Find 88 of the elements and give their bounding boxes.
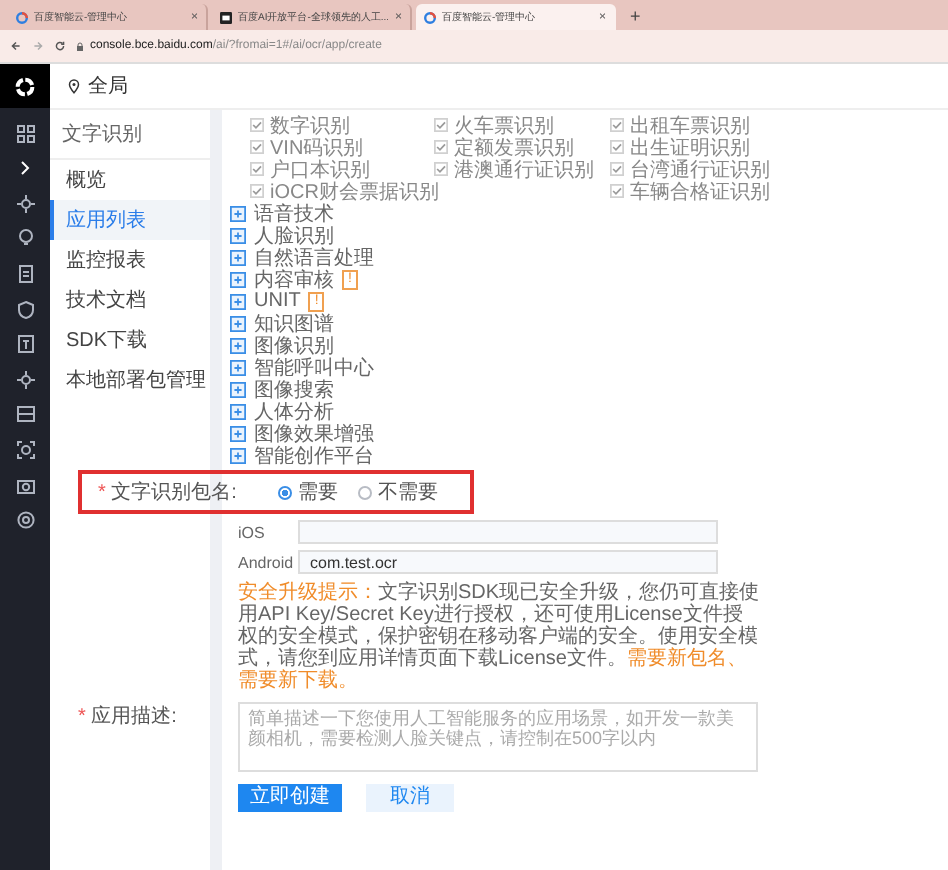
checkbox[interactable] (250, 162, 264, 176)
checkbox[interactable] (610, 184, 624, 198)
radio-option[interactable]: 需要 (278, 478, 338, 506)
checkbox-label: 火车票识别 (454, 113, 554, 137)
checkbox-label: 户口本识别 (270, 156, 370, 181)
expand-icon[interactable] (230, 205, 246, 221)
expand-icon[interactable] (230, 447, 246, 463)
ai-logo-icon (220, 11, 232, 23)
expand-icon[interactable] (230, 359, 246, 375)
radio-label: 不需要 (378, 480, 438, 506)
reload-icon[interactable] (54, 40, 66, 52)
logo-icon[interactable] (0, 64, 50, 108)
form-button[interactable]: 立即创建 (238, 784, 342, 812)
checkbox-label: 定额发票识别 (454, 135, 574, 159)
checkbox-label: 港澳通行证识别 (454, 157, 594, 183)
input-field[interactable]: com.test.ocr (298, 550, 718, 574)
checkbox[interactable] (610, 118, 624, 132)
chevron-icon[interactable] (15, 158, 35, 179)
radio-option[interactable]: 不需要 (358, 478, 438, 506)
form-label: * 应用描述: (78, 703, 179, 730)
expand-icon[interactable] (230, 403, 246, 419)
sidebar-item[interactable]: 本地部署包管理 (50, 360, 210, 400)
checkbox[interactable] (610, 162, 624, 176)
new-tab-button[interactable]: + (630, 5, 641, 25)
service-name: 图像搜索 (254, 377, 334, 401)
service-name: 自然语言处理 (254, 245, 374, 269)
service-name: 人脸识别 (254, 222, 334, 247)
checkbox-label: 车辆合格证识别 (630, 179, 770, 205)
radio-button[interactable] (358, 485, 372, 499)
checkbox-label: 出生证明识别 (630, 134, 750, 159)
service-name: 知识图谱 (254, 311, 334, 335)
service-name: 智能创作平台 (254, 442, 374, 469)
sidebar-item[interactable]: 技术文档 (50, 280, 210, 320)
expand-icon[interactable] (230, 381, 246, 397)
service-name: 智能呼叫中心 (254, 355, 374, 379)
checkbox[interactable] (250, 140, 264, 154)
checkbox-label: 出租车票识别 (630, 113, 750, 137)
cloud-logo-icon (16, 11, 28, 23)
doc-icon[interactable] (15, 263, 35, 284)
expand-icon[interactable] (230, 293, 246, 309)
grid-icon[interactable] (15, 123, 35, 144)
checkbox[interactable] (434, 118, 448, 132)
forward-icon[interactable] (32, 40, 44, 52)
expand-icon[interactable] (230, 425, 246, 441)
checkbox-label: 台湾通行证识别 (630, 156, 770, 181)
checkbox[interactable] (250, 184, 264, 198)
expand-icon[interactable] (230, 315, 246, 331)
service-name: 图像识别 (254, 332, 334, 357)
expand-icon[interactable] (230, 337, 246, 353)
sidebar-item[interactable]: SDK下载 (50, 320, 210, 360)
field-label: Android (238, 553, 296, 571)
back-icon[interactable] (10, 40, 22, 52)
service-name: 人体分析 (254, 398, 334, 423)
checkbox-label: iOCR财会票据识别 (270, 178, 439, 203)
form-label: * 文字识别包名: (98, 479, 239, 506)
service-name: 图像效果增强 (254, 420, 374, 445)
checkbox-label: 数字识别 (270, 113, 350, 137)
checkbox[interactable] (610, 140, 624, 154)
lock-icon (76, 41, 84, 51)
checkbox-label: VIN码识别 (270, 134, 364, 159)
text-icon[interactable] (15, 334, 35, 355)
target-icon[interactable] (15, 510, 35, 531)
security-notice: 安全升级提示：文字识别SDK现已安全升级，您仍可直接使用API Key/Secret Key进行授权，还可使用License文件授权的安全模式，保护密钥在移动客户端的安全。使用安全模式，请您到应用详情页面下载License文件。需要新包名、需要新下载。 (238, 582, 762, 692)
radio-label: 需要 (298, 480, 338, 506)
service-name: 内容审核 (254, 267, 334, 292)
description-field[interactable]: 简单描述一下您使用人工智能服务的应用场景，如开发一款美颜相机，需要检测人脸关键点，请控制在500字以内 (238, 702, 758, 772)
checkbox[interactable] (434, 162, 448, 176)
location-pin-icon (68, 78, 80, 94)
expand-icon[interactable] (230, 227, 246, 243)
sidebar-item[interactable]: 监控报表 (50, 240, 210, 280)
camera-icon[interactable] (15, 475, 35, 496)
checkbox[interactable] (434, 140, 448, 154)
field-label: iOS (238, 523, 267, 541)
face-icon[interactable] (15, 439, 35, 460)
card-icon[interactable] (15, 404, 35, 425)
shield-icon[interactable] (15, 299, 35, 320)
sidebar-item[interactable]: 应用列表 (50, 200, 210, 240)
input-field[interactable] (298, 520, 718, 544)
expand-icon[interactable] (230, 271, 246, 287)
sidebar-item[interactable]: 概览 (50, 160, 210, 200)
service-name: UNIT (254, 290, 301, 312)
region-selector[interactable]: 全局 (88, 72, 128, 100)
bulb-icon[interactable] (15, 228, 35, 249)
radio-button[interactable] (278, 485, 292, 499)
checkbox[interactable] (250, 118, 264, 132)
service-name: 语音技术 (254, 200, 334, 225)
expand-icon[interactable] (230, 249, 246, 265)
cloud-logo-icon (424, 11, 436, 23)
